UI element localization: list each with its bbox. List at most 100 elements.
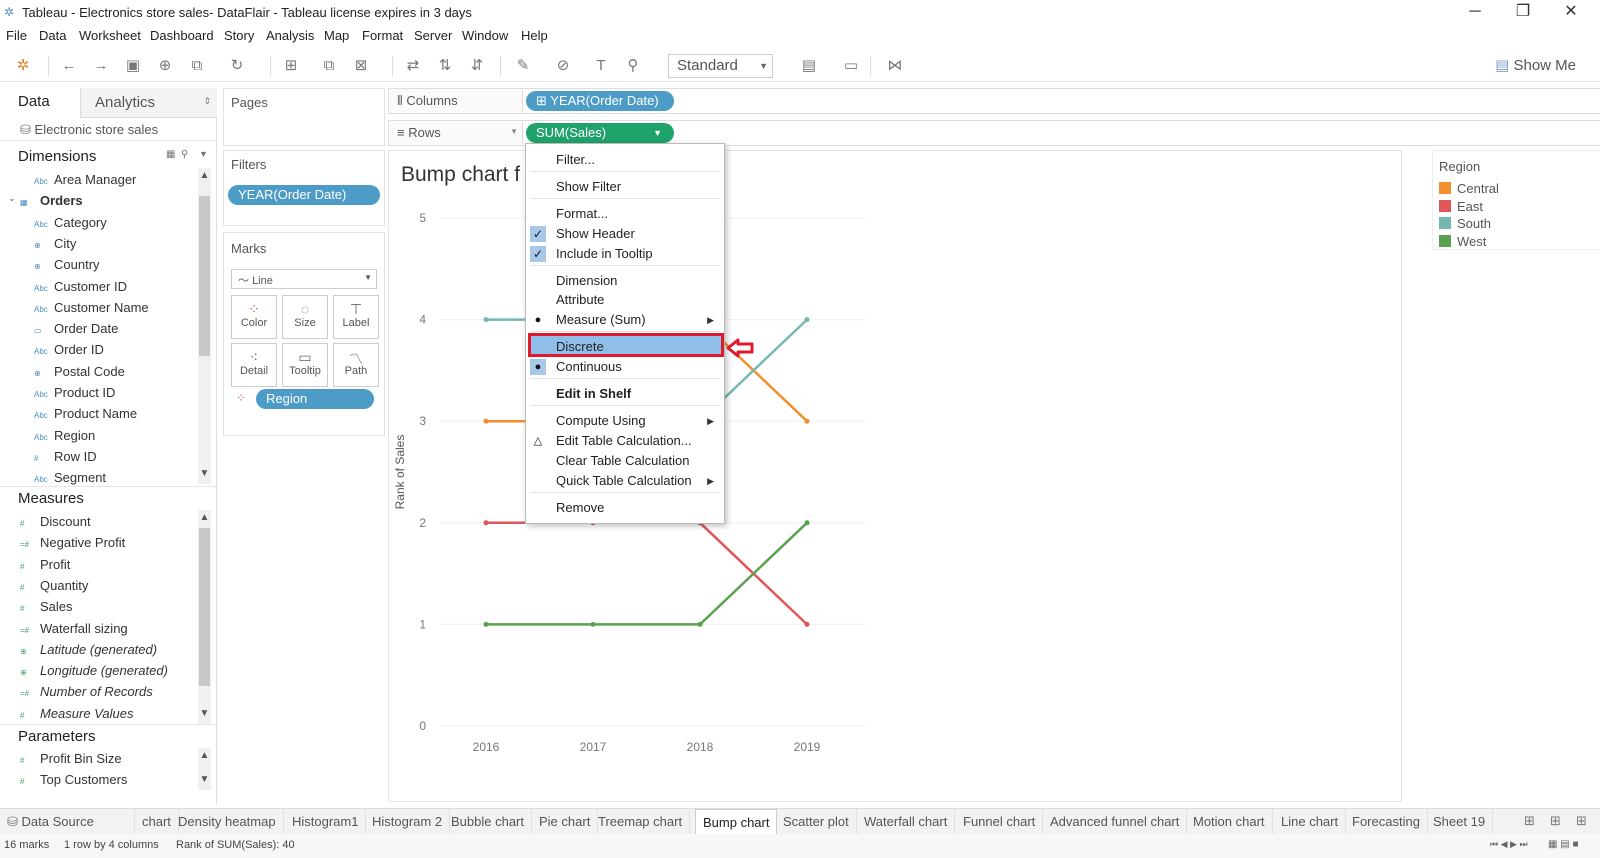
- size-button[interactable]: ◌ Size: [282, 295, 328, 339]
- menu-item-quick-table-calculation[interactable]: Quick Table Calculation ▶: [526, 471, 724, 491]
- menu-item-measure-sum[interactable]: ● Measure (Sum) ▶: [526, 310, 724, 330]
- scroll-down-icon[interactable]: ▼: [198, 774, 211, 785]
- measure-field[interactable]: =# Negative Profit: [20, 535, 125, 555]
- measure-field[interactable]: ⊕ Longitude (generated): [20, 663, 168, 683]
- mark-type-select[interactable]: 〜 Line ▼: [231, 269, 377, 289]
- legend-item[interactable]: East: [1439, 199, 1483, 216]
- duplicate-sheet-icon[interactable]: ⧉: [318, 55, 340, 77]
- dimension-field[interactable]: Abc Category: [34, 215, 107, 235]
- menu-item-edit-table-calculation[interactable]: △ Edit Table Calculation...: [526, 431, 724, 451]
- filter-pill[interactable]: YEAR(Order Date): [228, 185, 380, 205]
- dimension-field[interactable]: Abc Area Manager: [34, 172, 136, 192]
- show-cards-icon[interactable]: ▤: [798, 55, 820, 77]
- measure-field[interactable]: # Quantity: [20, 578, 88, 598]
- sheet-navigation-icon[interactable]: ⏮ ◀ ▶ ⏭: [1490, 839, 1528, 850]
- highlight-icon[interactable]: ✎: [512, 55, 534, 77]
- menu-item-show-filter[interactable]: Show Filter: [526, 177, 724, 197]
- tab-sheet-19[interactable]: Sheet 19: [1426, 809, 1494, 835]
- dimension-field[interactable]: Abc Customer Name: [34, 300, 149, 320]
- menu-item-attribute[interactable]: Attribute: [526, 290, 724, 310]
- scroll-up-icon[interactable]: ▲: [198, 170, 211, 181]
- redo-icon[interactable]: →: [90, 55, 112, 77]
- series-line-east[interactable]: [486, 521, 808, 626]
- tab-motion-chart[interactable]: Motion chart: [1186, 809, 1273, 835]
- new-datasource-icon[interactable]: ⊕: [154, 55, 176, 77]
- menu-item-edit-in-shelf[interactable]: Edit in Shelf: [526, 384, 724, 404]
- legend-item[interactable]: Central: [1439, 181, 1499, 198]
- measure-field[interactable]: # Profit: [20, 557, 70, 577]
- dimension-field[interactable]: Abc Segment: [34, 470, 106, 490]
- columns-pill[interactable]: ⊞ YEAR(Order Date): [526, 91, 674, 111]
- menu-analysis[interactable]: Analysis: [266, 28, 314, 43]
- menu-item-dimension[interactable]: Dimension: [526, 271, 724, 291]
- menu-story[interactable]: Story: [224, 28, 254, 43]
- menu-item-filter[interactable]: Filter...: [526, 150, 724, 170]
- tab-histogram1[interactable]: Histogram1: [285, 809, 367, 835]
- measure-field[interactable]: # Measure Values: [20, 706, 133, 726]
- tab-pie-chart[interactable]: Pie chart: [532, 809, 599, 835]
- tab-advanced-funnel-chart[interactable]: Advanced funnel chart: [1043, 809, 1188, 835]
- data-point[interactable]: [804, 520, 810, 526]
- menu-item-discrete[interactable]: Discrete: [526, 337, 724, 357]
- measure-field[interactable]: # Sales: [20, 599, 73, 619]
- tab-bubble-chart[interactable]: Bubble chart: [444, 809, 532, 835]
- data-point[interactable]: [483, 418, 489, 424]
- tab-treemap-chart[interactable]: Treemap chart: [591, 809, 691, 835]
- dimension-field[interactable]: ⊕ Country: [34, 257, 100, 277]
- menu-data[interactable]: Data: [39, 28, 66, 43]
- refresh-icon[interactable]: ↻: [226, 55, 248, 77]
- scroll-down-icon[interactable]: ▼: [198, 468, 211, 479]
- data-point[interactable]: [590, 621, 596, 627]
- menu-format[interactable]: Format: [362, 28, 403, 43]
- measure-field[interactable]: =# Number of Records: [20, 684, 153, 704]
- menu-window[interactable]: Window: [462, 28, 508, 43]
- label-button[interactable]: ⊤ Label: [333, 295, 379, 339]
- menu-worksheet[interactable]: Worksheet: [79, 28, 141, 43]
- menu-item-format[interactable]: Format...: [526, 204, 724, 224]
- path-button[interactable]: 〽 Path: [333, 343, 379, 387]
- share-icon[interactable]: ⋈: [884, 55, 906, 77]
- fix-axes-icon[interactable]: ⚲: [622, 55, 644, 77]
- search-icon[interactable]: ⚲: [181, 149, 188, 160]
- tab-waterfall-chart[interactable]: Waterfall chart: [857, 809, 956, 835]
- restore-button[interactable]: ❐: [1500, 0, 1546, 26]
- menu-item-compute-using[interactable]: Compute Using ▶: [526, 411, 724, 431]
- data-point[interactable]: [483, 520, 489, 526]
- expand-icon[interactable]: ⌄: [8, 193, 16, 204]
- scroll-thumb[interactable]: [199, 528, 210, 686]
- tab-density-heatmap[interactable]: Density heatmap: [171, 809, 284, 835]
- scroll-up-icon[interactable]: ▲: [198, 512, 211, 523]
- menu-map[interactable]: Map: [324, 28, 349, 43]
- new-worksheet-tab-icon[interactable]: ⊞: [1524, 813, 1535, 829]
- scroll-up-icon[interactable]: ▲: [198, 750, 211, 761]
- dimension-field[interactable]: ⊕ Postal Code: [34, 364, 125, 384]
- dimensions-scrollbar[interactable]: ▲ ▼: [198, 168, 211, 484]
- data-source-tab[interactable]: ⛁ Data Source: [0, 809, 135, 835]
- menu-item-continuous[interactable]: ● Continuous: [526, 357, 724, 377]
- new-worksheet-icon[interactable]: ⊞: [280, 55, 302, 77]
- parameter-field[interactable]: # Top Customers: [20, 772, 127, 792]
- sort-ascending-icon[interactable]: ⇅: [434, 55, 456, 77]
- data-point[interactable]: [483, 317, 489, 323]
- measure-field[interactable]: ⊕ Latitude (generated): [20, 642, 157, 662]
- legend-item[interactable]: West: [1439, 234, 1486, 251]
- close-button[interactable]: ✕: [1548, 0, 1594, 26]
- menu-item-show-header[interactable]: ✓ Show Header: [526, 224, 724, 244]
- chevron-down-icon[interactable]: ▼: [199, 149, 208, 159]
- region-color-pill[interactable]: Region: [256, 389, 374, 409]
- data-point[interactable]: [697, 621, 703, 627]
- detail-button[interactable]: ⁖ Detail: [231, 343, 277, 387]
- dimension-field[interactable]: ⌄ ▦ Orders: [8, 193, 83, 213]
- menu-item-remove[interactable]: Remove: [526, 498, 724, 518]
- data-source-item[interactable]: ⛁ Electronic store sales: [20, 122, 158, 138]
- save-icon[interactable]: ▣: [122, 55, 144, 77]
- swap-rows-columns-icon[interactable]: ⇄: [402, 55, 424, 77]
- tab-scatter-plot[interactable]: Scatter plot: [776, 809, 857, 835]
- dimension-field[interactable]: Abc Order ID: [34, 342, 104, 362]
- menu-dashboard[interactable]: Dashboard: [150, 28, 214, 43]
- color-button[interactable]: ⁘ Color: [231, 295, 277, 339]
- parameter-field[interactable]: # Profit Bin Size: [20, 751, 122, 771]
- dimension-field[interactable]: Abc Customer ID: [34, 279, 127, 299]
- measure-field[interactable]: =# Waterfall sizing: [20, 621, 128, 641]
- tableau-home-icon[interactable]: ✲: [12, 55, 34, 77]
